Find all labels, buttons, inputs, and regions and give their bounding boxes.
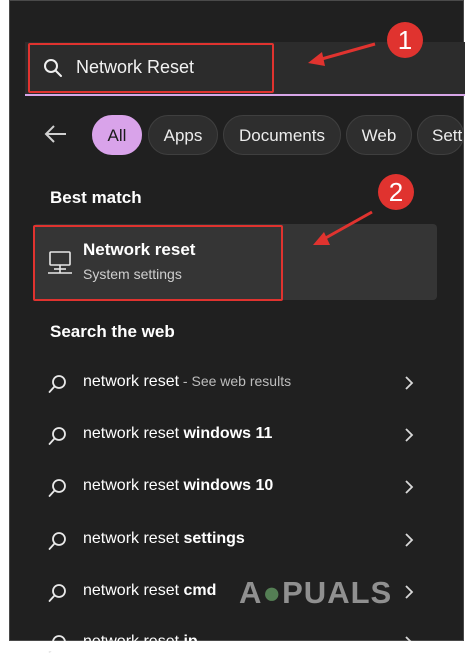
watermark-logo: A●PUALS [239, 575, 393, 610]
annotation-badge-1: 1 [387, 22, 423, 58]
annotation-arrows [308, 42, 376, 245]
annotation-badge-2: 2 [378, 174, 414, 210]
